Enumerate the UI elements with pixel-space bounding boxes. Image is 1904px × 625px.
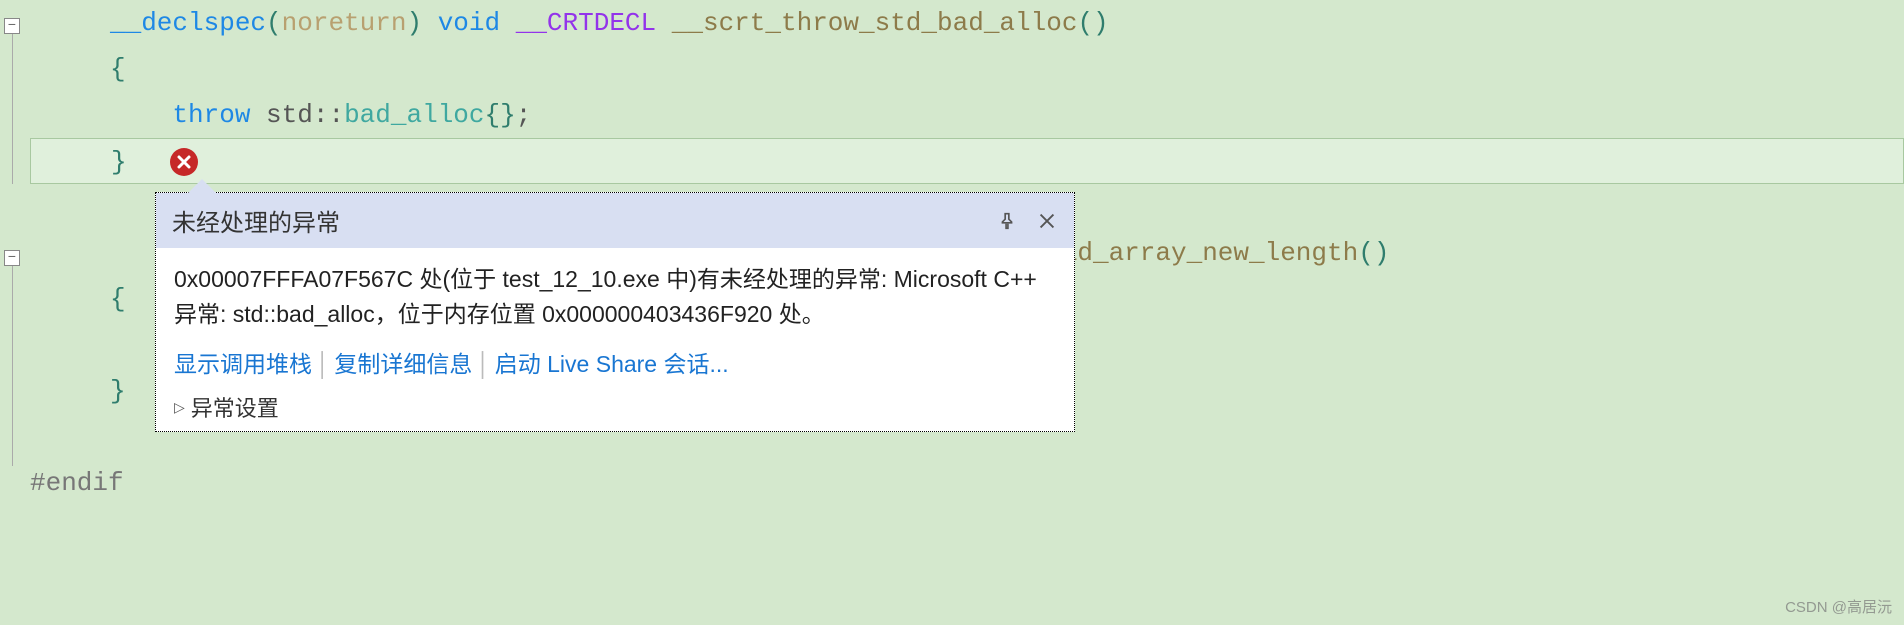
popup-header: 未经处理的异常	[156, 193, 1074, 248]
keyword: noreturn	[282, 8, 407, 38]
macro: __CRTDECL	[516, 8, 656, 38]
fold-guide	[12, 266, 13, 466]
preprocessor: #endif	[30, 468, 124, 498]
paren: )	[406, 8, 422, 38]
fold-guide	[12, 34, 13, 184]
fold-collapse-icon[interactable]: −	[4, 250, 20, 266]
code-line: throw std::bad_alloc{};	[30, 92, 1904, 138]
paren: ()	[1358, 238, 1389, 268]
function-name: __scrt_throw_std_bad_alloc	[672, 8, 1078, 38]
separator: │	[476, 351, 490, 377]
pin-icon[interactable]	[996, 210, 1018, 232]
keyword: throw	[172, 100, 250, 130]
brace: }	[110, 376, 126, 406]
error-breakpoint-icon[interactable]	[170, 148, 198, 176]
exception-popup: 未经处理的异常 0x00007FFFA07F567C 处(位于 test_12_…	[155, 192, 1075, 432]
exception-message: 0x00007FFFA07F567C 处(位于 test_12_10.exe 中…	[156, 248, 1074, 337]
keyword: void	[438, 8, 500, 38]
brace: }	[111, 147, 127, 177]
brace: {	[110, 54, 126, 84]
current-execution-line: }	[30, 138, 1904, 184]
close-icon[interactable]	[1036, 210, 1058, 232]
show-callstack-link[interactable]: 显示调用堆栈	[174, 351, 312, 377]
paren: ()	[1077, 8, 1108, 38]
expand-triangle-icon: ▷	[174, 399, 185, 416]
type-name: bad_alloc	[344, 100, 484, 130]
watermark: CSDN @高居沅	[1785, 596, 1892, 617]
semicolon: ;	[516, 100, 532, 130]
paren: (	[266, 8, 282, 38]
popup-actions: 显示调用堆栈│复制详细信息│启动 Live Share 会话...	[156, 337, 1074, 387]
brace: {	[110, 284, 126, 314]
code-line: __declspec(noreturn) void __CRTDECL __sc…	[30, 0, 1904, 46]
namespace: std	[266, 100, 313, 130]
popup-arrow	[188, 179, 216, 193]
keyword: __declspec	[110, 8, 266, 38]
code-line: {	[30, 46, 1904, 92]
code-gutter: − −	[0, 0, 30, 625]
exception-settings-label: 异常设置	[191, 391, 279, 423]
operator: ::	[313, 100, 344, 130]
brace: {}	[485, 100, 516, 130]
start-liveshare-link[interactable]: 启动 Live Share 会话...	[495, 351, 729, 377]
separator: │	[316, 351, 330, 377]
copy-details-link[interactable]: 复制详细信息	[334, 351, 472, 377]
popup-controls	[996, 210, 1058, 232]
exception-settings-toggle[interactable]: ▷ 异常设置	[156, 387, 1074, 431]
function-name: _bad_array_new_length	[1031, 238, 1359, 268]
popup-title: 未经处理的异常	[172, 203, 340, 238]
code-line: #endif	[30, 460, 1904, 506]
fold-collapse-icon[interactable]: −	[4, 18, 20, 34]
